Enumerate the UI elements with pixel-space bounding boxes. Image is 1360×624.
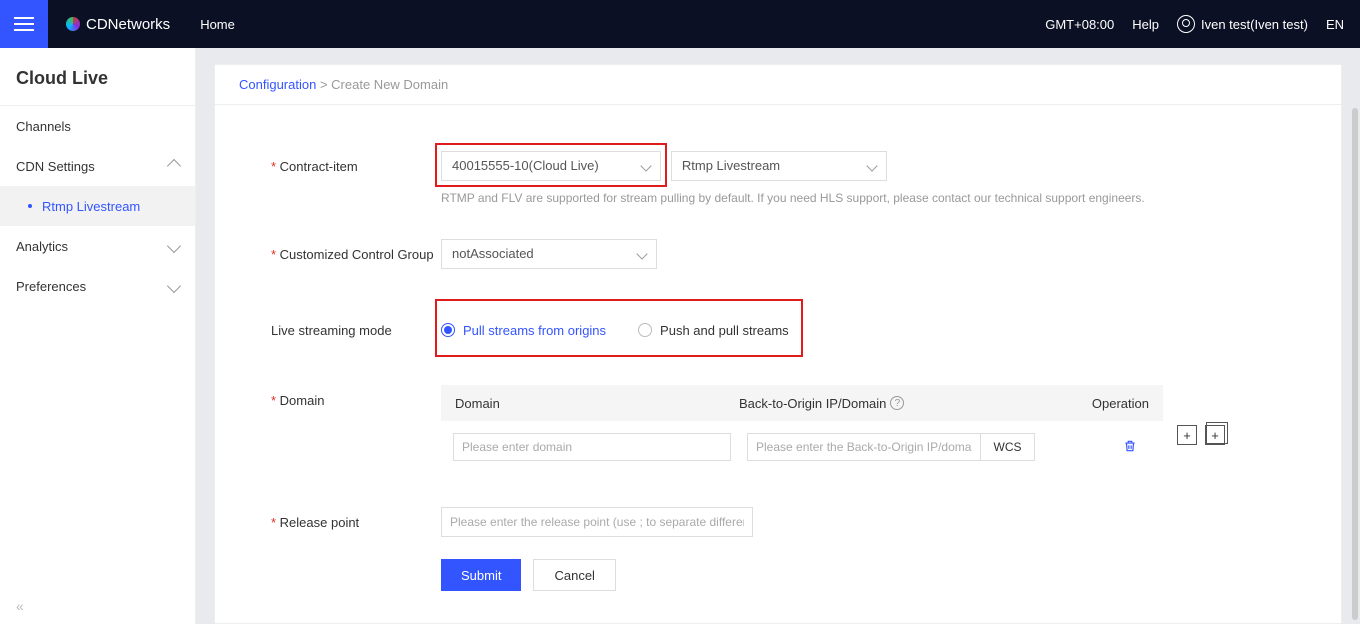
add-multi-button[interactable]: + — [1205, 425, 1225, 445]
domain-table: Domain Back-to-Origin IP/Domain ? Operat… — [441, 385, 1163, 461]
label-release-point: Release point — [271, 507, 441, 537]
col-operation: Operation — [1067, 396, 1163, 411]
help-link[interactable]: Help — [1132, 17, 1159, 32]
col-domain: Domain — [441, 396, 739, 411]
sidebar-item-rtmp[interactable]: Rtmp Livestream — [0, 186, 195, 226]
scrollbar[interactable] — [1352, 108, 1358, 620]
chevron-down-icon — [866, 160, 877, 171]
col-origin: Back-to-Origin IP/Domain ? — [739, 396, 1067, 411]
chevron-down-icon — [167, 239, 181, 253]
sidebar-item-preferences[interactable]: Preferences — [0, 266, 195, 306]
lang-switch[interactable]: EN — [1326, 17, 1344, 32]
sidebar-item-cdn-settings[interactable]: CDN Settings — [0, 146, 195, 186]
select-ccg[interactable]: notAssociated — [441, 239, 657, 269]
input-origin[interactable] — [747, 433, 981, 461]
sidebar-collapse[interactable]: « — [0, 588, 195, 624]
label-mode: Live streaming mode — [271, 315, 441, 345]
chevron-up-icon — [167, 159, 181, 173]
label-domain: Domain — [271, 385, 441, 461]
cancel-button[interactable]: Cancel — [533, 559, 615, 591]
sidebar-item-channels[interactable]: Channels — [0, 106, 195, 146]
submit-button[interactable]: Submit — [441, 559, 521, 591]
chevron-down-icon — [636, 248, 647, 259]
brand-logo-icon — [66, 17, 80, 31]
brand-text: CDNetworks — [86, 16, 170, 33]
sidebar-item-analytics[interactable]: Analytics — [0, 226, 195, 266]
user-name: Iven test(Iven test) — [1201, 17, 1308, 32]
breadcrumb-configuration[interactable]: Configuration — [239, 77, 316, 92]
user-icon — [1177, 15, 1195, 33]
input-domain[interactable] — [453, 433, 731, 461]
main-card: Configuration > Create New Domain Contra… — [214, 64, 1342, 624]
nav-home[interactable]: Home — [200, 17, 235, 32]
select-stream-type[interactable]: Rtmp Livestream — [671, 151, 887, 181]
label-ccg: Customized Control Group — [271, 239, 441, 269]
input-release-point[interactable] — [441, 507, 753, 537]
contract-hint: RTMP and FLV are supported for stream pu… — [441, 191, 1317, 205]
help-icon[interactable]: ? — [890, 396, 904, 410]
breadcrumb: Configuration > Create New Domain — [215, 65, 1341, 105]
hamburger-menu[interactable] — [0, 0, 48, 48]
sidebar: Cloud Live Channels CDN Settings Rtmp Li… — [0, 48, 196, 624]
brand: CDNetworks — [66, 16, 170, 33]
label-contract: Contract-item — [271, 151, 441, 205]
top-bar: CDNetworks Home GMT+08:00 Help Iven test… — [0, 0, 1360, 48]
chevron-down-icon — [640, 160, 651, 171]
breadcrumb-current: Create New Domain — [331, 77, 448, 92]
timezone-label: GMT+08:00 — [1045, 17, 1114, 32]
chevron-down-icon — [167, 279, 181, 293]
table-row: WCS — [441, 421, 1163, 461]
add-row-button[interactable]: + — [1177, 425, 1197, 445]
wcs-label: WCS — [981, 433, 1035, 461]
trash-icon[interactable] — [1123, 439, 1137, 456]
highlight-mode — [435, 299, 803, 357]
select-contract[interactable]: 40015555-10(Cloud Live) — [441, 151, 661, 181]
sidebar-title: Cloud Live — [0, 48, 195, 106]
user-menu[interactable]: Iven test(Iven test) — [1177, 15, 1308, 33]
